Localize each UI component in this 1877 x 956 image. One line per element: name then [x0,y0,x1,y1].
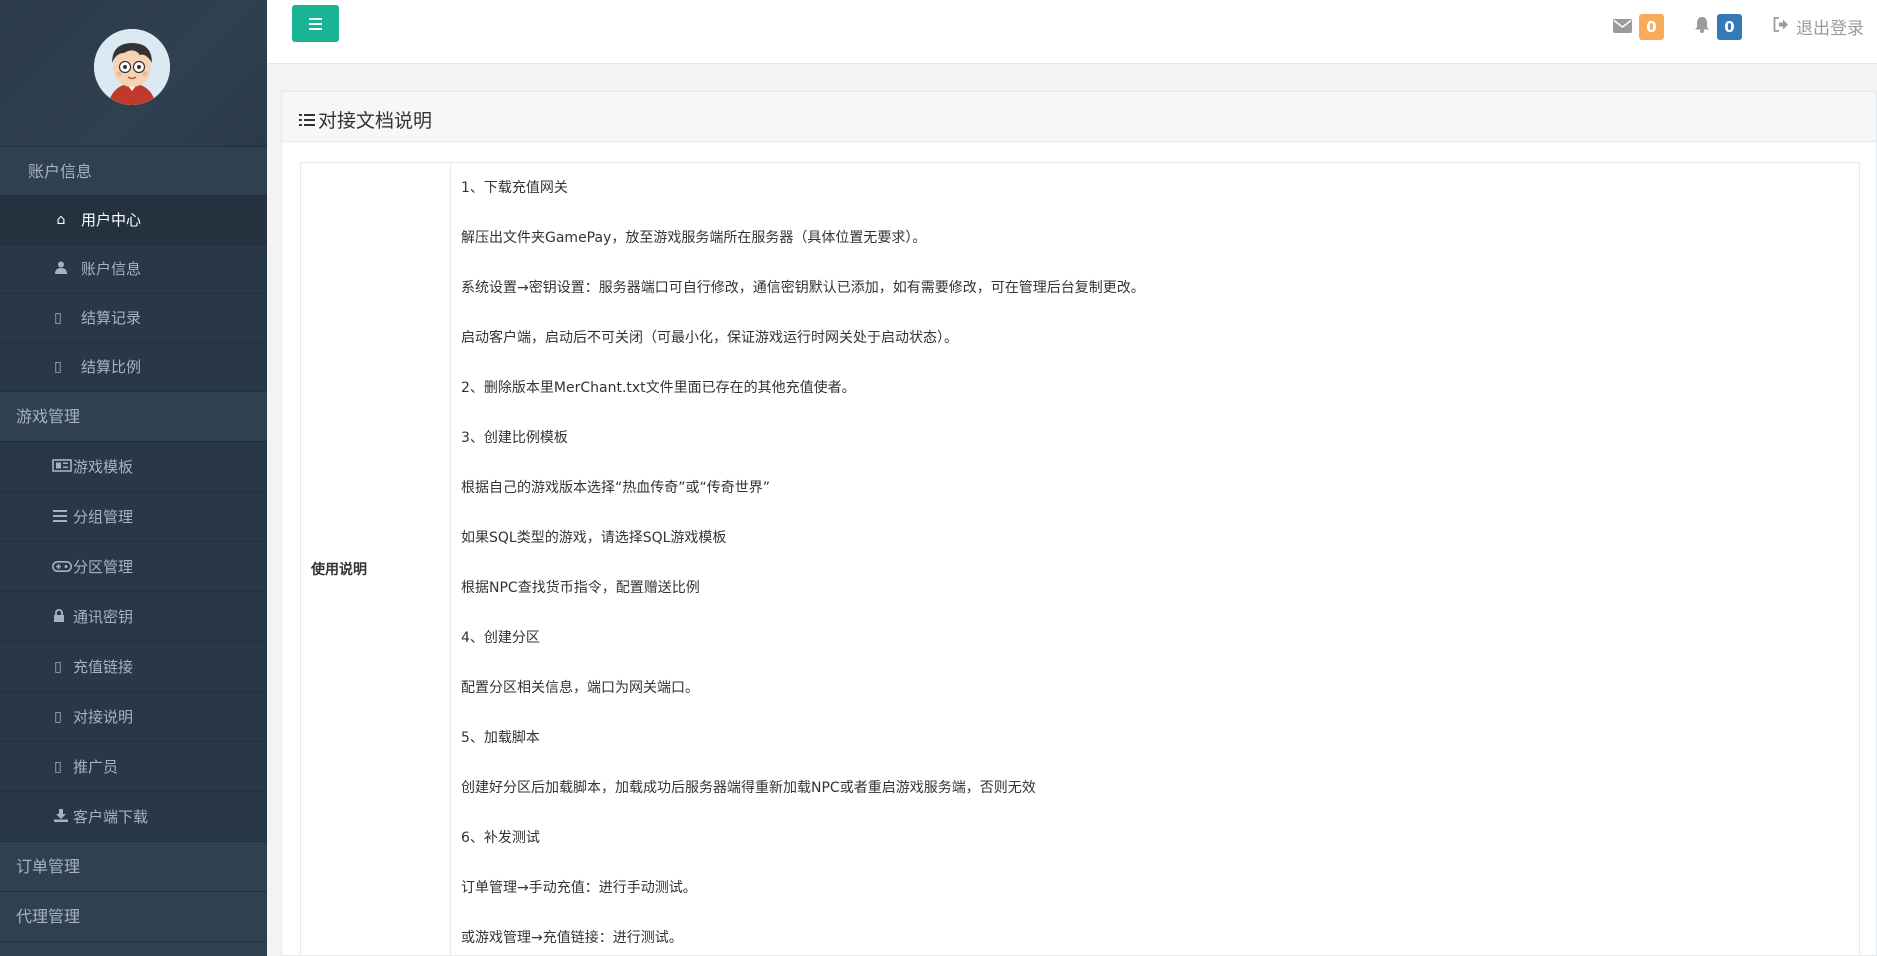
lock-icon [49,592,69,642]
instructions-cell: 1、下载充值网关 解压出文件夹GamePay，放至游戏服务端所在服务器（具体位置… [450,162,1860,956]
instruction-line: 5、加载脚本 [461,730,540,746]
instruction-line: 根据NPC查找货币指令，配置赠送比例 [461,580,700,596]
instruction-line: 启动客户端，启动后不可关闭（可最小化，保证游戏运行时网关处于启动状态）。 [461,330,958,346]
sidebar-item-communication-key[interactable]: 通讯密钥 [0,592,267,642]
download-icon [51,792,71,842]
profile-area [0,0,267,147]
instruction-line: 如果SQL类型的游戏，请选择SQL游戏模板 [461,530,727,546]
file-icon: ▯ [54,359,62,375]
avatar[interactable] [94,29,170,105]
instruction-line: 创建好分区后加载脚本，加载成功后服务器端得重新加载NPC或者重启游戏服务端，否则… [461,780,1036,796]
sidebar-item-group-management[interactable]: 分组管理 [0,492,267,542]
instruction-line: 根据自己的游戏版本选择“热血传奇”或“传奇世界” [461,480,771,496]
instruction-line: 2、删除版本里MerChant.txt文件里面已存在的其他充值使者。 [461,380,856,396]
instruction-line: 订单管理→手动充值：进行手动测试。 [461,880,697,896]
integration-doc-panel: 对接文档说明 使用说明 1、下载充值网关 解压出文件夹GamePay，放至游戏服… [281,91,1877,956]
doc-table: 使用说明 1、下载充值网关 解压出文件夹GamePay，放至游戏服务端所在服务器… [300,162,1860,956]
file-icon: ▯ [54,659,62,675]
sidebar-item-promoters[interactable]: ▯ 推广员 [0,742,267,792]
instruction-line: 配置分区相关信息，端口为网关端口。 [461,680,699,696]
gamepad-icon [52,542,72,592]
file-icon: ▯ [54,310,62,326]
instruction-line: 或游戏管理→充值链接：进行测试。 [461,930,683,946]
instruction-line: 解压出文件夹GamePay，放至游戏服务端所在服务器（具体位置无要求）。 [461,230,927,246]
newspaper-icon [52,442,72,492]
sidebar-item-game-templates[interactable]: 游戏模板 [0,442,267,492]
bars-icon [50,492,70,542]
nav-section-account[interactable]: 账户信息 [0,147,267,196]
file-icon: ▯ [54,759,62,775]
row-label: 使用说明 [300,162,451,956]
sidebar-toggle-button[interactable] [292,5,339,42]
home-icon: ⌂ [56,212,66,228]
list-icon [299,114,315,126]
envelope-icon[interactable] [1613,18,1632,38]
logout-icon [1773,17,1789,37]
sidebar-item-user-center[interactable]: ⌂ 用户中心 [0,196,267,245]
user-icon [51,245,71,294]
bell-icon[interactable] [1694,16,1710,38]
top-navbar: 0 0 退出登录 [267,0,1877,64]
instruction-line: 4、创建分区 [461,630,540,646]
sidebar-item-account-info[interactable]: 账户信息 [0,245,267,294]
instruction-line: 1、下载充值网关 [461,180,568,196]
file-icon: ▯ [54,709,62,725]
nav-section-agents[interactable]: 代理管理 [0,892,267,942]
instruction-line: 6、补发测试 [461,830,540,846]
sidebar: 账户信息 ⌂ 用户中心 账户信息 ▯ 结算记录 ▯ 结算比例 游戏管理 游戏模板… [0,0,267,956]
logout-link[interactable]: 退出登录 [1796,14,1864,39]
sidebar-item-settlement-ratio[interactable]: ▯ 结算比例 [0,343,267,392]
notifications-count-badge: 0 [1717,14,1742,40]
messages-count-badge: 0 [1639,14,1664,40]
nav-section-orders[interactable]: 订单管理 [0,842,267,892]
nav-section-games[interactable]: 游戏管理 [0,392,267,442]
sidebar-item-client-download[interactable]: 客户端下载 [0,792,267,842]
table-row: 使用说明 1、下载充值网关 解压出文件夹GamePay，放至游戏服务端所在服务器… [300,162,1860,956]
hamburger-icon [309,18,322,20]
sidebar-item-integration-guide[interactable]: ▯ 对接说明 [0,692,267,742]
panel-header: 对接文档说明 [282,92,1876,142]
sidebar-item-recharge-link[interactable]: ▯ 充值链接 [0,642,267,692]
sidebar-item-settlement-records[interactable]: ▯ 结算记录 [0,294,267,343]
instruction-line: 3、创建比例模板 [461,430,568,446]
sidebar-item-zone-management[interactable]: 分区管理 [0,542,267,592]
avatar-illustration [94,29,170,105]
instruction-line: 系统设置→密钥设置：服务器端口可自行修改，通信密钥默认已添加，如有需要修改，可在… [461,280,1145,296]
panel-title: 对接文档说明 [318,110,433,132]
